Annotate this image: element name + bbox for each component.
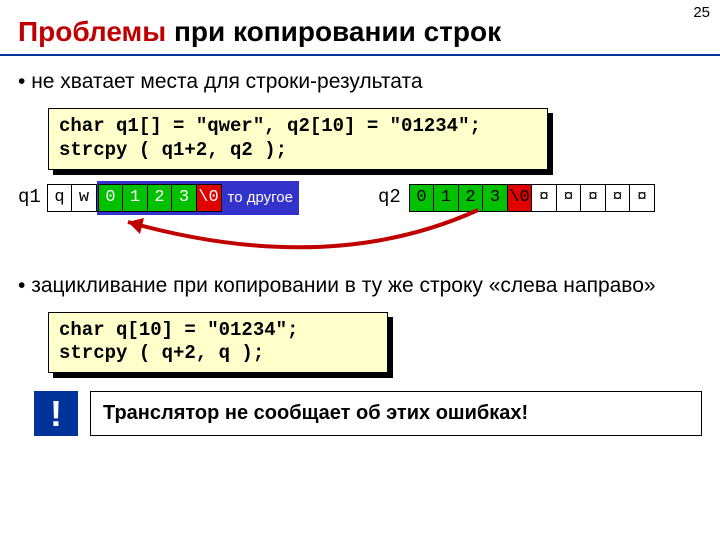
bullet-1: не хватает места для строки-результата [0,66,720,102]
title-accent: Проблемы [18,16,166,47]
q1-label: q1 [18,186,41,208]
slide-title: Проблемы при копировании строк [0,0,720,54]
code-box-1: char q1[] = "qwer", q2[10] = "01234"; st… [48,108,548,170]
memory-cell: ¤ [605,184,631,212]
code-2-text: char q[10] = "01234"; strcpy ( q+2, q ); [48,312,388,374]
page-number: 25 [693,4,710,21]
code-box-2: char q[10] = "01234"; strcpy ( q+2, q ); [48,312,388,374]
code-1-text: char q1[] = "qwer", q2[10] = "01234"; st… [48,108,548,170]
copy-arrow [68,208,548,252]
memory-cell: ¤ [629,184,655,212]
bullet-2: зацикливание при копировании в ту же стр… [0,270,720,306]
memory-cell: ¤ [556,184,582,212]
q2-label: q2 [378,186,401,208]
warning-icon: ! [34,391,78,436]
title-divider [0,54,720,56]
memory-diagram: q1 qw 0123\0 то другое q2 0123\0¤¤¤¤¤ [18,184,702,254]
blue-text: то другое [228,189,293,206]
memory-cell: ¤ [580,184,606,212]
warning-text: Транслятор не сообщает об этих ошибках! [90,391,702,436]
title-rest: при копировании строк [166,16,501,47]
warning-row: ! Транслятор не сообщает об этих ошибках… [34,391,702,436]
